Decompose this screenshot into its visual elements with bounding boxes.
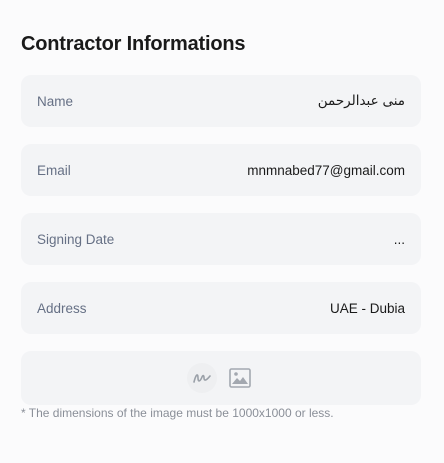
signing-date-value: ... [393, 231, 405, 247]
signing-date-label: Signing Date [37, 231, 115, 247]
email-value: mnmnabed77@gmail.com [247, 162, 405, 178]
signature-upload-area[interactable] [21, 351, 421, 405]
section-title: Contractor Informations [21, 33, 246, 55]
signature-icon[interactable] [187, 363, 217, 393]
email-label: Email [37, 162, 71, 178]
name-label: Name [37, 93, 74, 109]
address-field: Address UAE - Dubia [21, 282, 421, 334]
signing-date-field: Signing Date ... [21, 213, 421, 265]
contractor-info-panel: Contractor Informations Name منى عبدالرح… [0, 0, 444, 463]
name-value: منى عبدالرحمن [317, 93, 405, 108]
name-field: Name منى عبدالرحمن [21, 75, 421, 127]
email-field: Email mnmnabed77@gmail.com [21, 144, 421, 196]
image-icon[interactable] [225, 363, 255, 393]
address-value: UAE - Dubia [329, 300, 405, 316]
image-dimensions-note: * The dimensions of the image must be 10… [21, 406, 334, 420]
address-label: Address [37, 300, 87, 316]
